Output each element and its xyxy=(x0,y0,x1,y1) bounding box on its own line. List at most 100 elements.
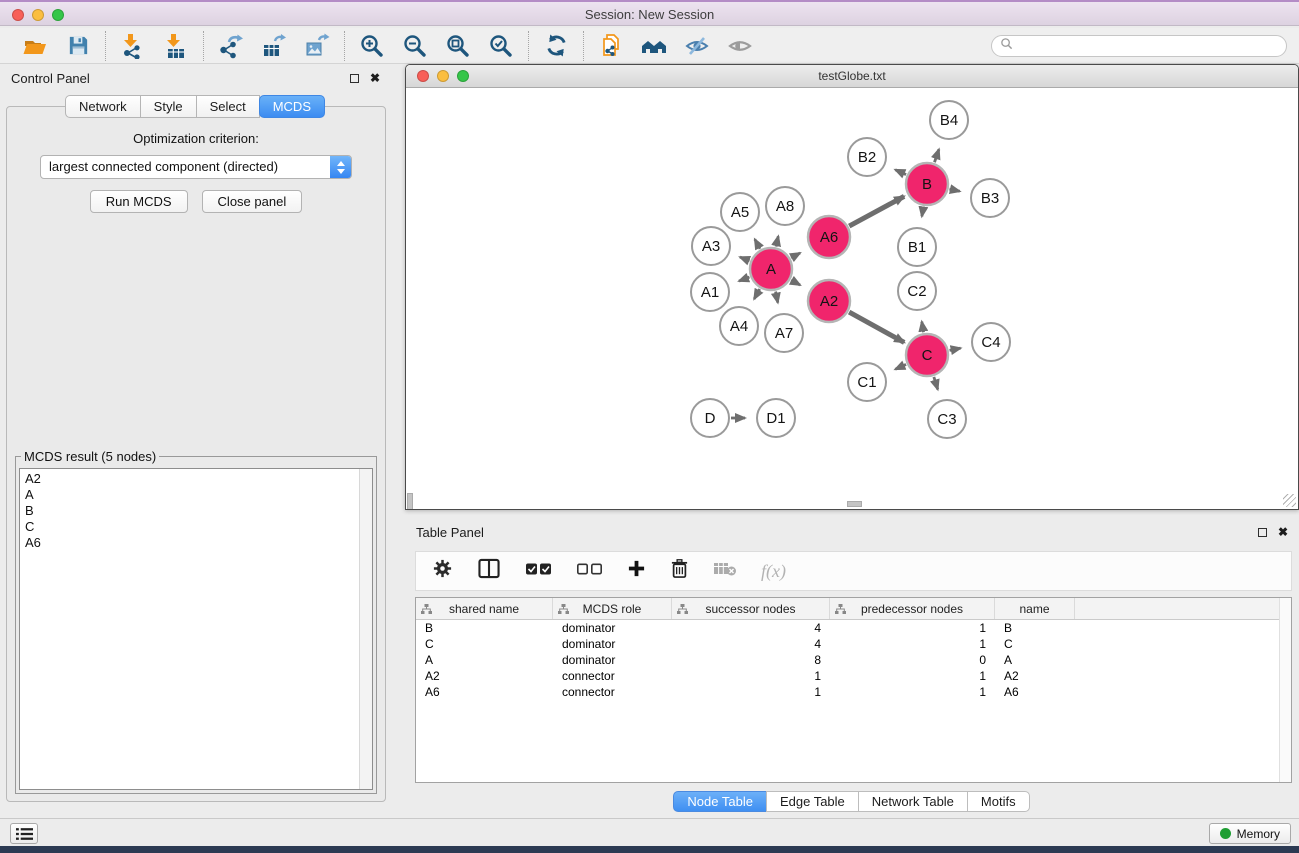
column-header-shared-name[interactable]: shared name xyxy=(416,598,553,619)
optimization-criterion-select[interactable]: largest connected component (directed) xyxy=(40,155,352,179)
cell-shared-name[interactable]: B xyxy=(416,621,553,635)
cell-name[interactable]: A2 xyxy=(995,669,1075,683)
node-C2[interactable]: C2 xyxy=(898,272,936,310)
node-C1[interactable]: C1 xyxy=(848,363,886,401)
cell-MCDS-role[interactable]: dominator xyxy=(553,621,672,635)
tab-network[interactable]: Network xyxy=(65,95,141,118)
zoom-out-icon[interactable] xyxy=(401,32,429,60)
column-header-name[interactable]: name xyxy=(995,598,1075,619)
cell-MCDS-role[interactable]: connector xyxy=(553,669,672,683)
edge-A-A1[interactable] xyxy=(739,277,749,281)
export-image-icon[interactable] xyxy=(303,32,331,60)
cell-predecessor-nodes[interactable]: 1 xyxy=(830,637,995,651)
cell-shared-name[interactable]: A6 xyxy=(416,685,553,699)
table-settings-icon[interactable] xyxy=(432,558,453,584)
minimize-network-button[interactable] xyxy=(437,70,449,82)
node-B1[interactable]: B1 xyxy=(898,228,936,266)
node-B[interactable]: B xyxy=(906,163,948,205)
cell-predecessor-nodes[interactable]: 1 xyxy=(830,685,995,699)
edge-A-A3[interactable] xyxy=(740,257,750,261)
task-history-button[interactable] xyxy=(10,823,38,844)
node-A5[interactable]: A5 xyxy=(721,193,759,231)
search-input[interactable] xyxy=(1018,38,1278,54)
edge-A-A6[interactable] xyxy=(791,253,800,258)
zoom-network-button[interactable] xyxy=(457,70,469,82)
edge-C-C4[interactable] xyxy=(950,348,961,350)
node-A1[interactable]: A1 xyxy=(691,273,729,311)
home-icon[interactable] xyxy=(640,32,668,60)
node-B4[interactable]: B4 xyxy=(930,101,968,139)
node-C[interactable]: C xyxy=(906,334,948,376)
column-header-MCDS-role[interactable]: MCDS role xyxy=(553,598,672,619)
show-panels-icon[interactable] xyxy=(726,32,754,60)
node-A3[interactable]: A3 xyxy=(692,227,730,265)
cell-name[interactable]: A xyxy=(995,653,1075,667)
export-table-icon[interactable] xyxy=(260,32,288,60)
cell-successor-nodes[interactable]: 4 xyxy=(672,637,830,651)
mcds-result-item[interactable]: C xyxy=(25,519,354,535)
node-A6[interactable]: A6 xyxy=(808,216,850,258)
edge-B-B3[interactable] xyxy=(949,189,959,191)
mcds-result-item[interactable]: A6 xyxy=(25,535,354,551)
edge-C-C1[interactable] xyxy=(895,364,906,369)
resize-grip-icon[interactable] xyxy=(1283,494,1296,507)
edge-A-A4[interactable] xyxy=(754,289,760,299)
vertical-scrollbar-thumb[interactable] xyxy=(407,493,413,509)
close-panel-icon[interactable]: ✖ xyxy=(370,73,380,83)
open-file-icon[interactable] xyxy=(21,32,49,60)
cell-name[interactable]: A6 xyxy=(995,685,1075,699)
close-window-button[interactable] xyxy=(12,9,24,21)
run-mcds-button[interactable]: Run MCDS xyxy=(90,190,188,213)
edge-B-B4[interactable] xyxy=(934,149,938,162)
result-scrollbar[interactable] xyxy=(359,469,372,789)
mcds-result-item[interactable]: A xyxy=(25,487,354,503)
edge-C-C2[interactable] xyxy=(922,322,924,333)
show-column-icon[interactable] xyxy=(477,558,501,584)
mcds-result-item[interactable]: A2 xyxy=(25,471,354,487)
deselect-all-icon[interactable] xyxy=(576,561,603,582)
close-panel-button[interactable]: Close panel xyxy=(202,190,303,213)
zoom-selected-icon[interactable] xyxy=(487,32,515,60)
network-graph[interactable]: B4B2BB3A5A8A6B1A3AA1C2A2A4A7CC4C1C3DD1 xyxy=(406,89,1298,509)
memory-button[interactable]: Memory xyxy=(1209,823,1291,844)
refresh-icon[interactable] xyxy=(542,32,570,60)
cell-shared-name[interactable]: A2 xyxy=(416,669,553,683)
node-A7[interactable]: A7 xyxy=(765,314,803,352)
select-all-icon[interactable] xyxy=(525,561,552,582)
close-network-button[interactable] xyxy=(417,70,429,82)
column-header-successor-nodes[interactable]: successor nodes xyxy=(672,598,830,619)
node-A8[interactable]: A8 xyxy=(766,187,804,225)
table-row[interactable]: Bdominator41B xyxy=(416,620,1291,636)
float-panel-icon[interactable] xyxy=(350,74,359,83)
cell-successor-nodes[interactable]: 8 xyxy=(672,653,830,667)
horizontal-scrollbar-thumb[interactable] xyxy=(847,501,862,507)
cell-MCDS-role[interactable]: connector xyxy=(553,685,672,699)
network-window-titlebar[interactable]: testGlobe.txt xyxy=(406,65,1298,88)
cell-successor-nodes[interactable]: 1 xyxy=(672,685,830,699)
network-canvas[interactable]: B4B2BB3A5A8A6B1A3AA1C2A2A4A7CC4C1C3DD1 xyxy=(406,89,1298,509)
cell-predecessor-nodes[interactable]: 1 xyxy=(830,669,995,683)
float-table-panel-icon[interactable] xyxy=(1258,528,1267,537)
tab-network-table[interactable]: Network Table xyxy=(858,791,968,812)
edge-A-A5[interactable] xyxy=(755,239,760,249)
edge-A2-C[interactable] xyxy=(849,312,904,342)
node-B3[interactable]: B3 xyxy=(971,179,1009,217)
cell-successor-nodes[interactable]: 4 xyxy=(672,621,830,635)
node-D1[interactable]: D1 xyxy=(757,399,795,437)
save-session-icon[interactable] xyxy=(64,32,92,60)
cell-predecessor-nodes[interactable]: 1 xyxy=(830,621,995,635)
node-C4[interactable]: C4 xyxy=(972,323,1010,361)
table-row[interactable]: A6connector11A6 xyxy=(416,684,1291,700)
edge-A-A7[interactable] xyxy=(776,292,778,303)
table-row[interactable]: Cdominator41C xyxy=(416,636,1291,652)
cell-successor-nodes[interactable]: 1 xyxy=(672,669,830,683)
table-row[interactable]: A2connector11A2 xyxy=(416,668,1291,684)
cell-name[interactable]: B xyxy=(995,621,1075,635)
delete-column-icon[interactable] xyxy=(670,558,689,584)
tab-node-table[interactable]: Node Table xyxy=(673,791,767,812)
node-B2[interactable]: B2 xyxy=(848,138,886,176)
tab-edge-table[interactable]: Edge Table xyxy=(766,791,859,812)
cell-MCDS-role[interactable]: dominator xyxy=(553,653,672,667)
mcds-result-item[interactable]: B xyxy=(25,503,354,519)
zoom-window-button[interactable] xyxy=(52,9,64,21)
